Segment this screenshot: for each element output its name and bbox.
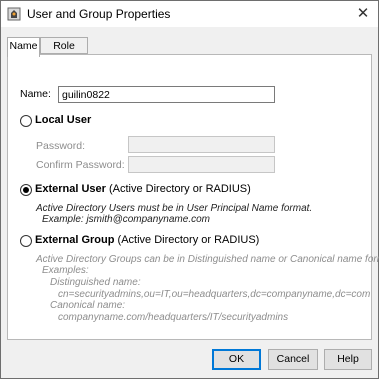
password-input[interactable] — [128, 136, 275, 153]
external-group-radio[interactable] — [20, 235, 32, 247]
app-icon — [7, 7, 21, 21]
external-user-label[interactable]: External User (Active Directory or RADIU… — [35, 183, 251, 195]
window-title: User and Group Properties — [27, 7, 171, 21]
distinguished-name-label: Distinguished name: — [50, 277, 141, 288]
help-button[interactable]: Help — [324, 349, 372, 370]
local-user-label[interactable]: Local User — [35, 114, 91, 126]
external-user-example: Example: jsmith@companyname.com — [42, 214, 210, 225]
tab-name[interactable]: Name — [7, 37, 40, 57]
cancel-button[interactable]: Cancel — [268, 349, 318, 370]
external-user-note: Active Directory Users must be in User P… — [36, 203, 313, 214]
canonical-name-example: companyname.com/headquarters/IT/security… — [58, 312, 289, 323]
name-tab-panel: Name: Local User Password: Confirm Passw… — [7, 54, 379, 340]
canonical-name-label: Canonical name: — [50, 300, 126, 311]
external-group-note: Active Directory Groups can be in Distin… — [36, 254, 379, 265]
close-icon[interactable]: ✕ — [352, 3, 374, 25]
local-user-radio[interactable] — [20, 115, 32, 127]
external-group-label[interactable]: External Group (Active Directory or RADI… — [35, 234, 259, 246]
ok-button[interactable]: OK — [212, 349, 261, 370]
password-label: Password: — [36, 140, 86, 152]
distinguished-name-example: cn=securityadmins,ou=IT,ou=headquarters,… — [58, 289, 371, 300]
external-user-radio[interactable] — [20, 184, 32, 196]
title-bar: User and Group Properties ✕ — [1, 1, 378, 27]
confirm-password-input[interactable] — [128, 156, 275, 173]
examples-label: Examples: — [42, 265, 89, 276]
name-input[interactable] — [58, 86, 275, 103]
name-label: Name: — [20, 88, 51, 100]
tab-role-policy[interactable]: Role Policy — [40, 37, 88, 69]
confirm-password-label: Confirm Password: — [36, 159, 125, 171]
dialog-window: User and Group Properties ✕ Name Role Po… — [0, 0, 379, 379]
